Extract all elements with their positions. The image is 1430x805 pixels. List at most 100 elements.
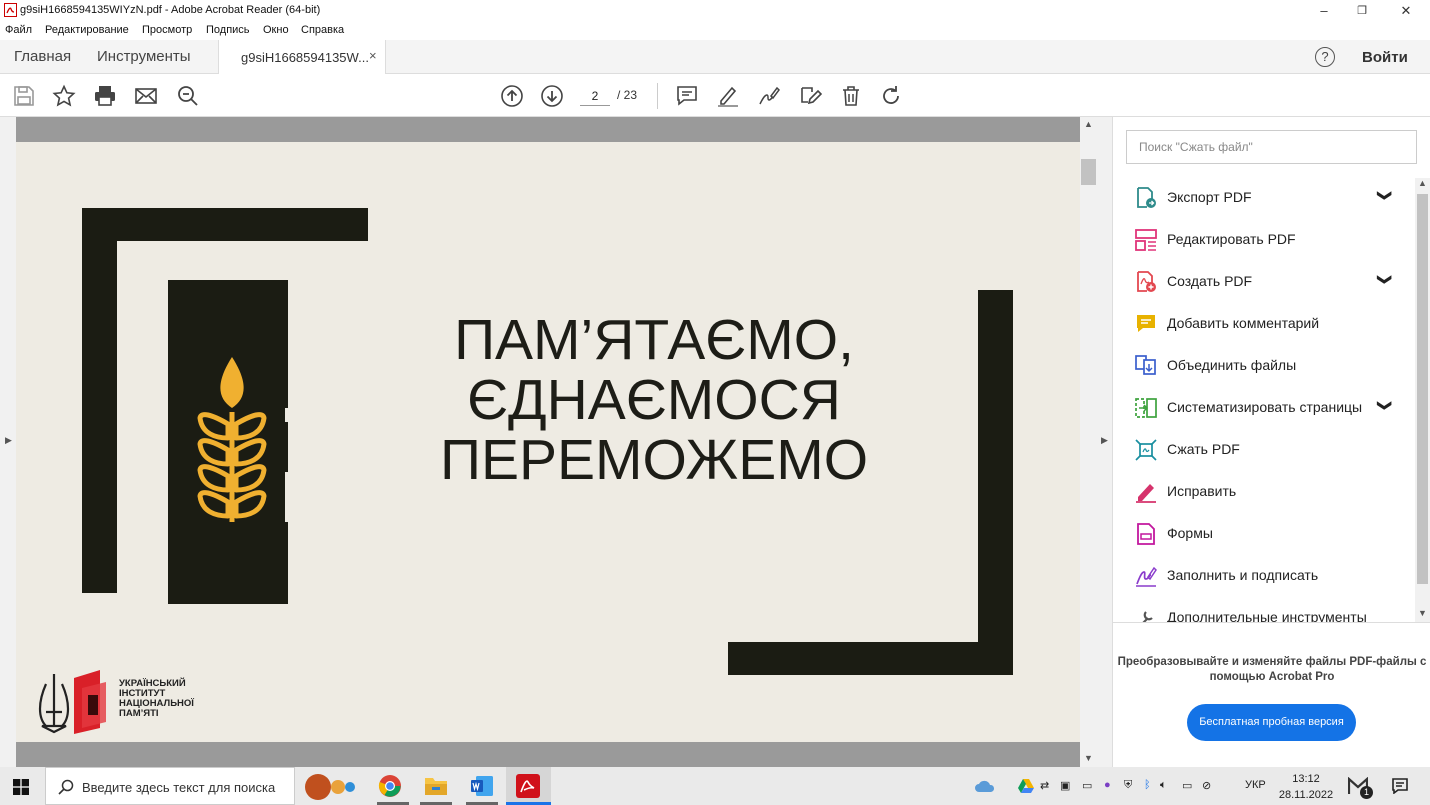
close-window-button[interactable]: ✕ — [1388, 0, 1424, 21]
tab-home[interactable]: Главная — [14, 48, 71, 65]
promo-text: Преобразовывайте и изменяйте файлы PDF-ф… — [1117, 656, 1427, 683]
tool-edit-pdf[interactable]: Редактировать PDF — [1113, 221, 1413, 263]
tool-more-tools[interactable]: Дополнительные инструменты — [1113, 599, 1413, 623]
tool-correct[interactable]: Исправить — [1113, 473, 1413, 515]
tool-label: Создать PDF — [1167, 273, 1253, 289]
clock-date: 28.11.2022 — [1278, 789, 1334, 801]
wifi-off-icon[interactable]: ⊘ — [1202, 779, 1211, 792]
messenger-icon[interactable]: ● — [1104, 779, 1111, 791]
fill-sign-red-icon — [1136, 484, 1156, 503]
email-icon[interactable] — [134, 84, 158, 108]
tool-fill-and-sign[interactable]: Заполнить и подписать — [1113, 557, 1413, 599]
print-icon[interactable] — [93, 84, 117, 108]
tray-app-icon[interactable]: ▣ — [1060, 779, 1070, 792]
chevron-down-icon[interactable]: ❯ — [1376, 274, 1393, 286]
tool-organize-pages[interactable]: Систематизировать страницы ❯ — [1113, 389, 1413, 431]
tool-export-pdf[interactable]: Экспорт PDF ❯ — [1113, 179, 1413, 221]
tab-close-button[interactable]: × — [369, 48, 377, 63]
scroll-up-icon[interactable]: ▲ — [1084, 119, 1093, 129]
fill-sign-icon[interactable] — [798, 84, 822, 108]
tool-label: Объединить файлы — [1167, 357, 1297, 373]
chrome-icon[interactable] — [378, 774, 402, 798]
scrollbar-thumb[interactable] — [1417, 194, 1428, 584]
scroll-up-icon[interactable]: ▲ — [1418, 178, 1427, 188]
star-icon[interactable] — [52, 84, 76, 108]
forms-icon — [1137, 523, 1155, 545]
notifications-icon[interactable] — [1392, 778, 1408, 794]
tools-scrollbar[interactable]: ▲ ▼ — [1415, 178, 1430, 622]
menu-window[interactable]: Окно — [263, 24, 289, 36]
comment-icon — [1137, 315, 1155, 332]
promo-box: Преобразовывайте и изменяйте файлы PDF-ф… — [1113, 622, 1430, 767]
tool-compress-pdf[interactable]: Сжать PDF — [1113, 431, 1413, 473]
pdf-page: ПАМ’ЯТАЄМО, ЄДНАЄМОСЯ ПЕРЕМОЖЕМО УКРАЇНС… — [16, 142, 1080, 742]
network-transfer-icon[interactable]: ⇄ — [1040, 779, 1049, 792]
scroll-down-icon[interactable]: ▼ — [1418, 608, 1427, 618]
tools-list: Экспорт PDF ❯ Редактировать PDF Создать … — [1113, 179, 1413, 623]
tool-add-comment[interactable]: Добавить комментарий — [1113, 305, 1413, 347]
zoom-search-icon[interactable] — [176, 84, 200, 108]
tools-search-input[interactable]: Поиск "Сжать файл" — [1126, 130, 1417, 164]
draw-signature-icon[interactable] — [757, 84, 781, 108]
tool-label: Добавить комментарий — [1167, 315, 1320, 331]
acrobat-icon[interactable] — [516, 774, 540, 798]
rotate-icon[interactable] — [879, 84, 903, 108]
comment-icon[interactable] — [675, 84, 699, 108]
trident-logo — [38, 674, 70, 734]
battery-icon[interactable]: ▭ — [1182, 779, 1192, 792]
frame-right-bar — [978, 290, 1013, 675]
menu-view[interactable]: Просмотр — [142, 24, 192, 36]
toolbar-divider — [657, 83, 658, 109]
minimize-button[interactable]: – — [1306, 0, 1342, 21]
tool-forms[interactable]: Формы — [1113, 515, 1413, 557]
onedrive-icon[interactable] — [974, 779, 996, 793]
help-icon[interactable]: ? — [1315, 47, 1335, 67]
scrollbar-thumb[interactable] — [1081, 159, 1096, 185]
wheat-card — [168, 280, 288, 604]
word-icon[interactable] — [470, 774, 494, 798]
language-indicator[interactable]: УКР — [1245, 779, 1266, 791]
chevron-down-icon[interactable]: ❯ — [1376, 190, 1393, 202]
tool-label: Исправить — [1167, 483, 1237, 499]
signin-button[interactable]: Войти — [1362, 49, 1408, 66]
document-scrollbar[interactable]: ▲ ▼ — [1080, 117, 1097, 767]
right-panel-toggle[interactable]: ▶ — [1097, 117, 1113, 767]
menu-help[interactable]: Справка — [301, 24, 344, 36]
taskbar-search-placeholder: Введите здесь текст для поиска — [82, 780, 276, 795]
tab-tools[interactable]: Инструменты — [97, 48, 191, 65]
taskbar-search[interactable]: Введите здесь текст для поиска — [45, 767, 355, 805]
windows-start-icon[interactable] — [13, 779, 29, 795]
page-number-input[interactable]: 2 — [580, 86, 610, 106]
bluetooth-icon[interactable]: ᛒ — [1144, 779, 1151, 791]
expand-left-icon[interactable]: ▶ — [5, 435, 12, 446]
free-trial-button[interactable]: Бесплатная пробная версия — [1187, 704, 1356, 741]
security-icon[interactable]: ⛨ — [1124, 779, 1132, 792]
google-drive-icon[interactable] — [1018, 778, 1034, 794]
tool-create-pdf[interactable]: Создать PDF ❯ — [1113, 263, 1413, 305]
tab-bar: Главная Инструменты g9siH1668594135W... … — [0, 40, 1430, 74]
tool-combine-files[interactable]: Объединить файлы — [1113, 347, 1413, 389]
maximize-button[interactable]: ❐ — [1344, 0, 1380, 21]
left-panel-toggle[interactable]: ▶ — [0, 117, 16, 767]
page-down-icon[interactable] — [540, 84, 564, 108]
page-up-icon[interactable] — [500, 84, 524, 108]
volume-icon[interactable]: 🔈︎ — [1160, 779, 1167, 792]
more-tools-icon — [1141, 611, 1153, 623]
chevron-down-icon[interactable]: ❯ — [1376, 400, 1393, 412]
save-icon[interactable] — [12, 84, 36, 108]
tab-document[interactable]: g9siH1668594135W... × — [218, 40, 386, 74]
menu-sign[interactable]: Подпись — [206, 24, 250, 36]
menu-file[interactable]: Файл — [5, 24, 32, 36]
institute-logo — [74, 670, 106, 734]
menu-edit[interactable]: Редактирование — [45, 24, 129, 36]
taskbar: Введите здесь текст для поиска ⇄ ▣ ▭ ● ⛨… — [0, 767, 1430, 805]
collapse-right-icon[interactable]: ▶ — [1101, 435, 1108, 446]
file-explorer-icon[interactable] — [424, 775, 448, 797]
clock[interactable]: 13:12 28.11.2022 — [1278, 771, 1334, 803]
delete-icon[interactable] — [839, 84, 863, 108]
scroll-down-icon[interactable]: ▼ — [1084, 753, 1093, 763]
combine-files-icon — [1135, 355, 1156, 375]
display-icon[interactable]: ▭ — [1082, 779, 1092, 792]
page-slogan: ПАМ’ЯТАЄМО, ЄДНАЄМОСЯ ПЕРЕМОЖЕМО — [439, 308, 869, 492]
highlight-icon[interactable] — [716, 84, 740, 108]
